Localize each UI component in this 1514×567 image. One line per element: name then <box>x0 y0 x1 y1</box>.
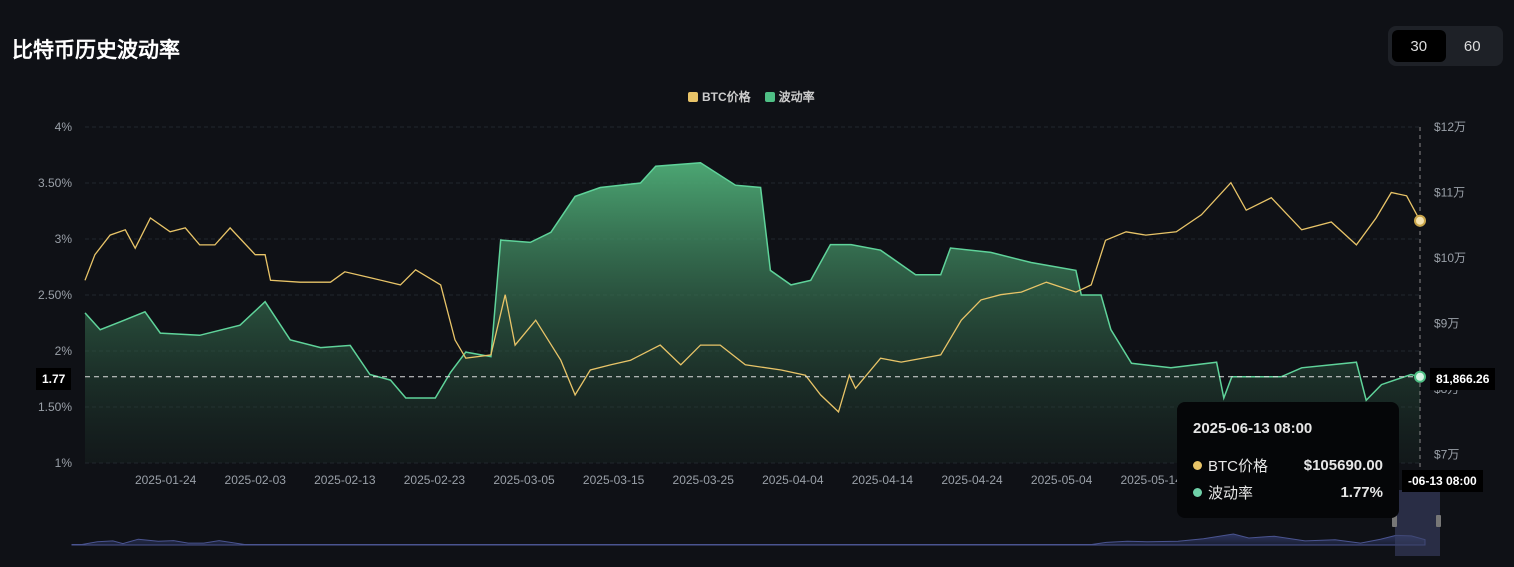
y-left-tick-label: 1% <box>55 456 73 470</box>
y-left-tick-label: 2% <box>55 344 73 358</box>
x-tick-label: 2025-03-05 <box>493 473 555 487</box>
crosshair-y-right-label: 81,866.26 <box>1430 368 1496 390</box>
x-tick-label: 2025-02-23 <box>404 473 466 487</box>
y-left-tick-label: 3.50% <box>38 176 72 190</box>
crosshair-x-label: -06-13 08:00 <box>1402 470 1483 492</box>
vol-dot-icon <box>1193 488 1202 497</box>
navigator-window <box>1395 490 1440 556</box>
y-left-tick-label: 4% <box>55 120 73 134</box>
tooltip-price-value: $105690.00 <box>1303 457 1383 474</box>
crosshair-y-left-label: 1.77 <box>36 368 72 390</box>
tooltip-vol-value: 1.77% <box>1340 484 1383 501</box>
x-tick-label: 2025-04-14 <box>852 473 914 487</box>
x-tick-label: 2025-05-04 <box>1031 473 1093 487</box>
y-right-tick-label: $11万 <box>1434 186 1465 200</box>
tooltip-date: 2025-06-13 08:00 <box>1193 420 1313 437</box>
x-tick-label: 2025-02-03 <box>225 473 287 487</box>
y-left-tick-label: 2.50% <box>38 288 72 302</box>
price-point-marker <box>1414 214 1426 227</box>
tooltip-row-vol: 波动率 1.77% <box>1193 482 1383 503</box>
y-right-tick-label: $7万 <box>1434 448 1459 462</box>
x-tick-label: 2025-04-24 <box>941 473 1003 487</box>
x-tick-label: 2025-04-04 <box>762 473 824 487</box>
y-right-tick-label: $9万 <box>1434 317 1459 331</box>
y-right-tick-label: $12万 <box>1434 120 1466 134</box>
x-tick-label: 2025-03-25 <box>673 473 735 487</box>
y-left-tick-label: 1.50% <box>38 400 72 414</box>
x-tick-label: 2025-05-14 <box>1121 473 1183 487</box>
y-left-tick-label: 3% <box>55 232 73 246</box>
navigator-series <box>71 533 1426 546</box>
y-right-tick-label: $10万 <box>1434 251 1466 265</box>
tooltip-row-price: BTC价格 $105690.00 <box>1193 455 1383 476</box>
tooltip: 2025-06-13 08:00 BTC价格 $105690.00 波动率 1.77… <box>1177 402 1399 518</box>
volatility-point-marker <box>1414 370 1426 383</box>
x-tick-label: 2025-02-13 <box>314 473 376 487</box>
tooltip-price-label: BTC价格 <box>1208 458 1269 475</box>
price-dot-icon <box>1193 461 1202 470</box>
x-tick-label: 2025-01-24 <box>135 473 197 487</box>
navigator-handle-right <box>1436 515 1441 527</box>
tooltip-vol-label: 波动率 <box>1208 485 1254 502</box>
x-tick-label: 2025-03-15 <box>583 473 645 487</box>
